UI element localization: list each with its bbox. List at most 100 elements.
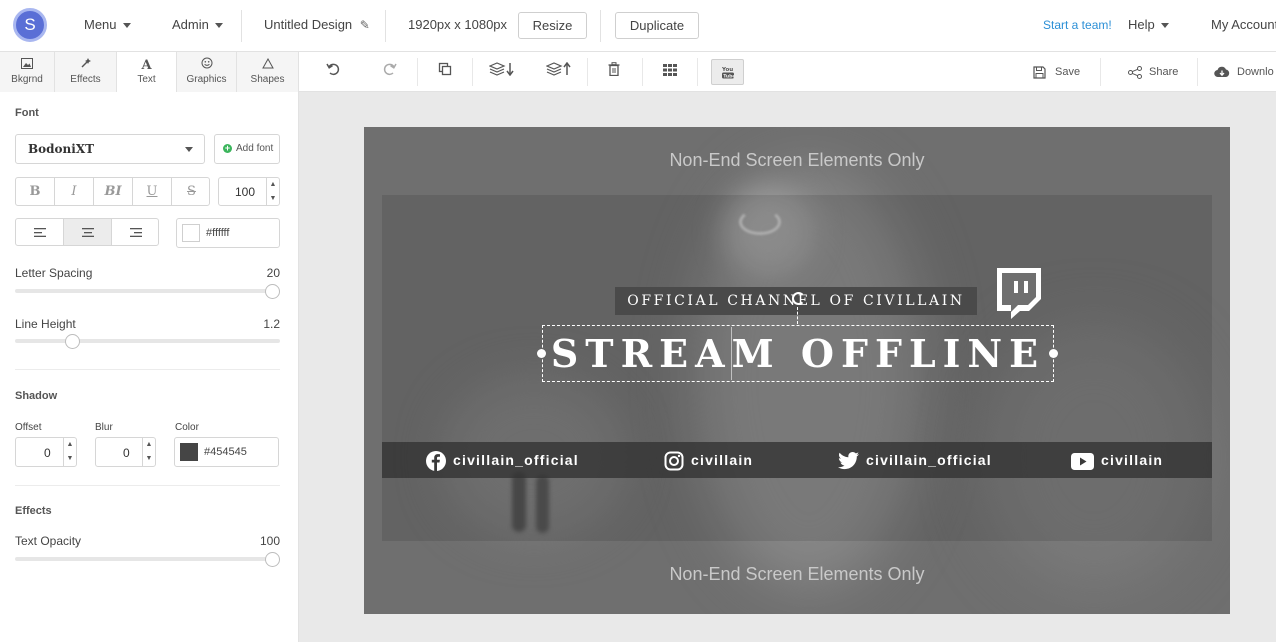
workspace: Non-End Screen Elements Only Non-End Scr… <box>299 92 1276 642</box>
chevron-up-icon[interactable]: ▲ <box>64 438 76 452</box>
text-opacity-slider[interactable] <box>15 557 280 561</box>
chevron-up-icon[interactable]: ▲ <box>267 178 279 192</box>
line-height-slider-handle[interactable] <box>65 334 80 349</box>
social-facebook[interactable]: civillain_official <box>426 442 579 478</box>
app-logo[interactable]: S <box>13 8 47 42</box>
shadow-color-picker[interactable]: #454545 <box>174 437 279 467</box>
design-name[interactable]: Untitled Design ✎ <box>264 0 370 52</box>
cloud-download-icon <box>1214 66 1230 78</box>
add-font-label: Add font <box>236 143 274 154</box>
bring-forward-icon[interactable] <box>544 61 574 83</box>
my-account-link[interactable]: My Account <box>1211 0 1276 52</box>
design-canvas[interactable]: Non-End Screen Elements Only Non-End Scr… <box>364 127 1230 614</box>
align-right-button[interactable] <box>112 219 158 245</box>
rotate-handle-line <box>797 307 798 324</box>
duplicate-button[interactable]: Duplicate <box>615 12 699 39</box>
trash-icon[interactable] <box>603 61 625 83</box>
youtube-icon <box>1071 452 1094 470</box>
align-center-button[interactable] <box>64 219 112 245</box>
color-swatch[interactable] <box>180 443 198 461</box>
image-icon <box>0 56 54 74</box>
chevron-down-icon[interactable]: ▼ <box>64 452 76 466</box>
twitter-icon <box>838 452 859 470</box>
tab-label: Graphics <box>186 74 227 85</box>
social-instagram[interactable]: civillain <box>664 442 753 478</box>
font-size-value: 100 <box>235 185 256 199</box>
shadow-offset-stepper[interactable]: 0 ▲ ▼ <box>15 437 77 467</box>
divider <box>241 10 242 42</box>
send-backward-icon[interactable] <box>487 61 517 83</box>
stepper-arrows[interactable]: ▲ ▼ <box>63 438 76 466</box>
tab-graphics[interactable]: Graphics <box>177 52 237 92</box>
stepper-arrows[interactable]: ▲ ▼ <box>142 438 155 466</box>
social-twitter[interactable]: civillain_official <box>838 442 992 478</box>
twitter-handle: civillain_official <box>866 452 992 468</box>
line-height-slider[interactable] <box>15 339 280 343</box>
shadow-blur-label: Blur <box>95 422 113 433</box>
letter-spacing-slider[interactable] <box>15 289 280 293</box>
resize-button[interactable]: Resize <box>518 12 587 39</box>
tab-text[interactable]: A Text <box>117 52 177 92</box>
share-icon <box>1128 65 1142 79</box>
copy-icon[interactable] <box>434 61 456 83</box>
smiley-icon <box>177 56 236 74</box>
facebook-handle: civillain_official <box>453 452 579 468</box>
divider <box>1197 58 1198 86</box>
text-color-picker[interactable]: #ffffff <box>176 218 280 248</box>
align-center-icon <box>82 228 94 237</box>
font-family-select[interactable]: BodoniXT <box>15 134 205 164</box>
redo-icon[interactable] <box>379 61 401 83</box>
save-label: Save <box>1055 66 1081 78</box>
tab-background[interactable]: Bkgrnd <box>0 52 55 92</box>
grid-icon[interactable] <box>659 61 681 83</box>
help-dropdown[interactable]: Help <box>1128 0 1169 52</box>
social-youtube[interactable]: civillain <box>1071 442 1163 478</box>
twitch-icon[interactable] <box>993 266 1043 319</box>
italic-button[interactable]: I <box>55 178 94 205</box>
text-format-group: B I BI U S <box>15 177 210 206</box>
save-button[interactable]: Save <box>1033 52 1080 92</box>
admin-dropdown[interactable]: Admin <box>172 0 223 52</box>
social-links-bar: civillain_official civillain civillain_o… <box>382 442 1212 478</box>
resize-handle-left[interactable] <box>537 349 546 358</box>
chevron-down-icon[interactable]: ▼ <box>143 452 155 466</box>
strikethrough-button[interactable]: S <box>172 178 209 205</box>
tab-shapes[interactable]: Shapes <box>237 52 298 92</box>
chevron-down-icon[interactable]: ▼ <box>267 192 279 206</box>
youtube-handle: civillain <box>1101 452 1164 468</box>
stream-offline-title[interactable]: STREAM OFFLINE <box>542 325 1054 382</box>
svg-text:Tube: Tube <box>723 73 734 79</box>
shadow-offset-value: 0 <box>44 446 51 460</box>
resize-handle-right[interactable] <box>1049 349 1058 358</box>
color-swatch[interactable] <box>182 224 200 242</box>
add-font-button[interactable]: + Add font <box>214 134 280 164</box>
floppy-icon <box>1033 65 1046 79</box>
text-opacity-slider-handle[interactable] <box>265 552 280 567</box>
menu-label: Menu <box>84 17 117 32</box>
align-left-button[interactable] <box>16 219 64 245</box>
underline-button[interactable]: U <box>133 178 172 205</box>
share-button[interactable]: Share <box>1128 52 1178 92</box>
pencil-icon[interactable]: ✎ <box>360 18 370 32</box>
start-team-link[interactable]: Start a team! <box>1043 0 1112 52</box>
tab-effects[interactable]: Effects <box>55 52 117 92</box>
top-bar: S Menu Admin Untitled Design ✎ 1920px x … <box>0 0 1276 52</box>
shadow-blur-stepper[interactable]: 0 ▲ ▼ <box>95 437 156 467</box>
divider <box>642 58 643 86</box>
youtube-template-button[interactable]: You Tube <box>711 59 744 85</box>
font-size-stepper[interactable]: 100 ▲ ▼ <box>218 177 280 206</box>
chevron-up-icon[interactable]: ▲ <box>143 438 155 452</box>
rotate-icon[interactable] <box>792 292 805 305</box>
stepper-arrows[interactable]: ▲ ▼ <box>266 178 279 205</box>
bold-button[interactable]: B <box>16 178 55 205</box>
text-color-value: #ffffff <box>206 227 230 239</box>
divider <box>697 58 698 86</box>
tab-label: Shapes <box>250 74 285 85</box>
menu-dropdown[interactable]: Menu <box>84 0 131 52</box>
letter-spacing-slider-handle[interactable] <box>265 284 280 299</box>
instagram-handle: civillain <box>691 452 754 468</box>
bold-italic-button[interactable]: BI <box>94 178 133 205</box>
undo-icon[interactable] <box>322 61 344 83</box>
download-button[interactable]: Downlo <box>1214 52 1274 92</box>
divider <box>600 10 601 42</box>
